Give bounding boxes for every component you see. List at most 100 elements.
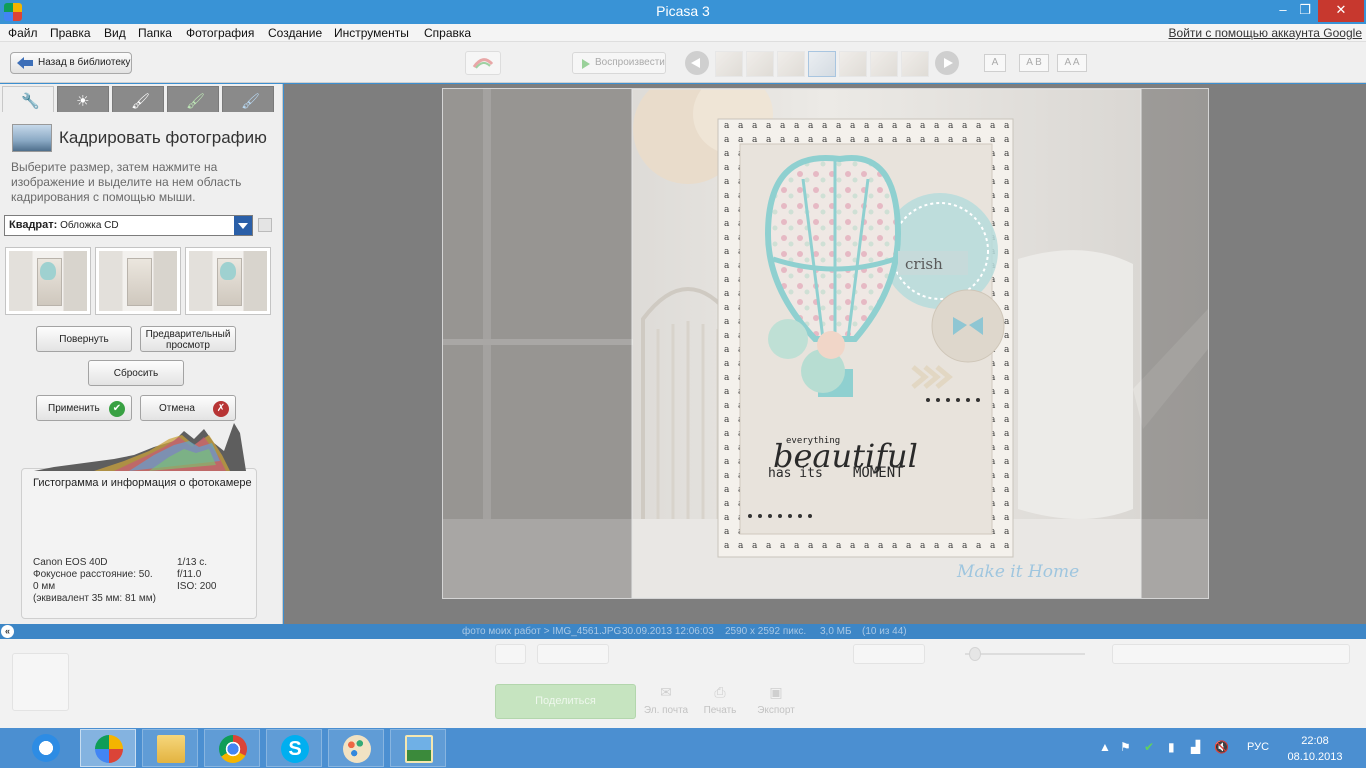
histogram-graph — [34, 423, 246, 471]
tab-basic-fixes[interactable]: 🔧 — [2, 86, 54, 112]
rotate-icons[interactable] — [537, 644, 609, 664]
google-signin-link[interactable]: Войти с помощью аккаунта Google — [1169, 26, 1362, 40]
tray-thumbnail[interactable] — [12, 653, 69, 711]
shutter-speed: 1/13 с. — [177, 557, 208, 568]
view-single-button[interactable]: A — [984, 54, 1006, 72]
play-slideshow-button[interactable]: Воспроизвести — [572, 52, 666, 74]
crop-suggestion-3[interactable] — [185, 247, 271, 315]
filmstrip-thumb[interactable] — [901, 51, 929, 77]
filmstrip-thumb[interactable] — [870, 51, 898, 77]
menu-edit[interactable]: Правка — [50, 26, 91, 40]
view-double-button[interactable]: A A — [1057, 54, 1087, 72]
menu-help[interactable]: Справка — [424, 26, 471, 40]
menu-view[interactable]: Вид — [104, 26, 126, 40]
status-dimensions: 2590 x 2592 пикс. — [725, 626, 807, 637]
crop-suggestion-2[interactable] — [95, 247, 181, 315]
chrome-taskbar-button[interactable] — [204, 729, 260, 767]
export-button[interactable]: ▣ Экспорт — [746, 684, 806, 716]
menu-file[interactable]: Файл — [8, 26, 38, 40]
next-photo-button[interactable] — [935, 51, 959, 75]
chevron-down-icon[interactable] — [234, 216, 252, 235]
crop-photo-icon — [12, 124, 52, 152]
input-language[interactable]: РУС — [1247, 741, 1269, 753]
security-icon[interactable]: ✔ — [1144, 740, 1154, 754]
effect-icon[interactable] — [465, 51, 501, 75]
photo-viewer-icon — [405, 735, 433, 763]
iso-value: ISO: 200 — [177, 581, 217, 592]
preview-button[interactable]: Предварительный просмотр — [140, 326, 236, 352]
folder-icon — [157, 735, 185, 763]
previous-photo-button[interactable] — [685, 51, 709, 75]
volume-muted-icon[interactable]: 🔇 — [1214, 740, 1229, 754]
ie-taskbar-button[interactable] — [18, 729, 74, 767]
tab-effects-blue[interactable]: 🖌 — [222, 86, 274, 112]
menu-create[interactable]: Создание — [268, 26, 322, 40]
action-center-flag-icon[interactable]: ⚑ — [1120, 740, 1131, 754]
tab-effects[interactable]: 🖌 — [112, 86, 164, 112]
system-clock[interactable]: 22:08 08.10.2013 — [1284, 733, 1346, 765]
picasa-taskbar-button[interactable] — [80, 729, 136, 767]
back-arrow-icon — [17, 57, 33, 69]
brush-icon: 🖌 — [131, 93, 151, 110]
tab-effects-green[interactable]: 🖌 — [167, 86, 219, 112]
edit-panel: 🔧 ☀ 🖌 🖌 🖌 Кадрировать фотографию Выберит… — [0, 84, 283, 624]
menu-photo[interactable]: Фотография — [186, 26, 254, 40]
menu-folder[interactable]: Папка — [138, 26, 172, 40]
crop-size-category: Квадрат: — [9, 219, 58, 231]
aperture: f/11.0 — [177, 569, 202, 580]
close-button[interactable]: ✕ — [1318, 0, 1364, 22]
sun-icon: ☀ — [76, 93, 90, 110]
network-signal-icon[interactable]: ▟ — [1191, 740, 1200, 754]
crop-size-select[interactable]: Квадрат: Обложка CD — [4, 215, 253, 236]
play-icon — [582, 59, 590, 69]
tray-expand-icon[interactable]: ▲ — [1099, 740, 1111, 754]
back-to-library-button[interactable]: Назад в библиотеку — [10, 52, 132, 74]
collapse-panel-icon[interactable]: « — [1, 625, 14, 638]
clock-date: 08.10.2013 — [1287, 751, 1343, 763]
menu-bar: Файл Правка Вид Папка Фотография Создани… — [0, 24, 1366, 42]
filmstrip-thumb[interactable] — [715, 51, 743, 77]
status-bar: « фото моих работ > IMG_4561.JPG 30.09.2… — [0, 624, 1366, 639]
skype-icon: S — [281, 735, 309, 763]
paint-palette-icon — [343, 735, 371, 763]
window-title: Picasa 3 — [656, 3, 710, 19]
focal-equivalent: (эквивалент 35 мм: 81 мм) — [33, 593, 156, 604]
filmstrip-thumb-current[interactable] — [808, 51, 836, 77]
edit-tabs: 🔧 ☀ 🖌 🖌 🖌 — [0, 84, 283, 112]
share-button[interactable]: Поделиться — [495, 684, 636, 719]
photo-canvas[interactable]: a — [443, 89, 1208, 598]
star-icon[interactable] — [495, 644, 526, 664]
paint-taskbar-button[interactable] — [328, 729, 384, 767]
crop-size-menu-icon[interactable] — [258, 218, 272, 232]
device-icon[interactable]: ▮ — [1168, 740, 1175, 754]
status-filesize: 3,0 МБ — [820, 626, 852, 637]
skype-taskbar-button[interactable]: S — [266, 729, 322, 767]
focal-length: Фокусное расстояние: 50. — [33, 569, 153, 580]
filmstrip-thumb[interactable] — [777, 51, 805, 77]
card-text-moment: MOMENT — [853, 465, 904, 481]
menu-tools[interactable]: Инструменты — [334, 26, 409, 40]
export-folder-icon: ▣ — [769, 684, 783, 700]
crop-suggestion-1[interactable] — [5, 247, 91, 315]
email-button[interactable]: ✉ Эл. почта — [636, 684, 696, 716]
back-to-library-label: Назад в библиотеку — [38, 57, 131, 68]
filmstrip-thumb[interactable] — [746, 51, 774, 77]
crop-title: Кадрировать фотографию — [59, 128, 267, 147]
maximize-button[interactable]: ❐ — [1290, 0, 1320, 22]
brush-blue-icon: 🖌 — [241, 93, 261, 110]
reset-button[interactable]: Сбросить — [88, 360, 184, 386]
checkmark-icon: ✔ — [109, 401, 125, 417]
people-places-tags-info-icons[interactable] — [1112, 644, 1350, 664]
filmstrip-thumb[interactable] — [839, 51, 867, 77]
zoom-slider[interactable] — [935, 644, 1085, 664]
tab-tuning[interactable]: ☀ — [57, 86, 109, 112]
explorer-taskbar-button[interactable] — [142, 729, 198, 767]
print-button[interactable]: ⎙ Печать — [690, 684, 750, 716]
photo-viewer-taskbar-button[interactable] — [390, 729, 446, 767]
clock-time: 22:08 — [1301, 735, 1329, 747]
rotate-button[interactable]: Повернуть — [36, 326, 132, 352]
thumbnail-size-icons[interactable] — [853, 644, 925, 664]
windows-taskbar: S ▲ ⚑ ✔ ▮ ▟ 🔇 РУС 22:08 08.10.2013 — [0, 728, 1366, 768]
photo-tray: Поделиться ✉ Эл. почта ⎙ Печать ▣ Экспорт — [0, 639, 1366, 728]
view-compare-button[interactable]: A B — [1019, 54, 1049, 72]
